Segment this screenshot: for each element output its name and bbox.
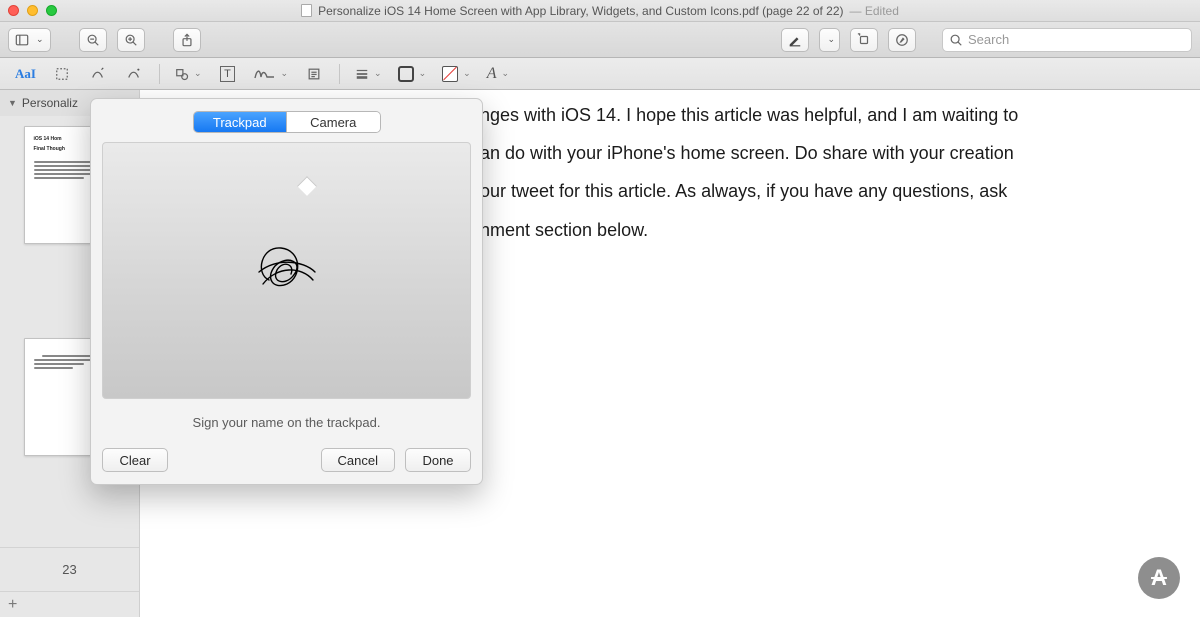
zoom-in-icon xyxy=(124,33,138,47)
signature-hint: Sign your name on the trackpad. xyxy=(91,415,482,430)
draw-icon xyxy=(127,67,141,81)
fill-color-swatch xyxy=(442,66,458,82)
view-mode-button[interactable]: ⌄ xyxy=(8,28,51,52)
sidebar-doc-title: Personaliz xyxy=(22,96,78,110)
signature-icon xyxy=(254,67,276,81)
border-color-swatch xyxy=(398,66,414,82)
plus-icon: + xyxy=(8,596,17,614)
tab-trackpad[interactable]: Trackpad xyxy=(194,112,287,132)
highlight-tool-button[interactable] xyxy=(781,28,809,52)
chevron-down-icon: ⌄ xyxy=(501,68,509,79)
draw-tool[interactable] xyxy=(119,62,149,86)
note-icon xyxy=(307,67,321,81)
line-style-icon xyxy=(355,67,369,81)
share-button[interactable] xyxy=(173,28,201,52)
zoom-out-button[interactable] xyxy=(79,28,107,52)
highlight-pencil-icon xyxy=(788,33,802,47)
sketch-icon xyxy=(91,67,105,81)
signature-source-segmented: Trackpad Camera xyxy=(193,111,381,133)
search-field[interactable]: Search xyxy=(942,28,1192,52)
chevron-down-icon: ⌄ xyxy=(827,34,835,45)
content-area: ▼ Personaliz iOS 14 Hom Final Though 23 … xyxy=(0,90,1200,617)
watermark-badge: A xyxy=(1138,557,1180,599)
rotate-icon xyxy=(857,33,871,47)
sidebar-thumbnails-icon xyxy=(15,33,29,47)
fullscreen-window-button[interactable] xyxy=(46,5,57,16)
doc-line: our tweet for this article. As always, i… xyxy=(480,174,1080,208)
fill-color-menu[interactable]: ⌄ xyxy=(437,62,476,86)
border-color-menu[interactable]: ⌄ xyxy=(393,62,432,86)
textbox-tool[interactable]: T xyxy=(213,62,243,86)
sketch-tool[interactable] xyxy=(83,62,113,86)
main-toolbar: ⌄ ⌄ Search xyxy=(0,22,1200,58)
markup-pen-icon xyxy=(895,33,909,47)
highlight-color-menu-button[interactable]: ⌄ xyxy=(819,28,840,52)
line-style-menu[interactable]: ⌄ xyxy=(350,62,387,86)
window-title: Personalize iOS 14 Home Screen with App … xyxy=(318,4,843,18)
chevron-down-icon: ⌄ xyxy=(194,68,202,79)
doc-line: an do with your iPhone's home screen. Do… xyxy=(480,136,1080,170)
disclosure-triangle-icon: ▼ xyxy=(8,98,17,108)
signature-canvas[interactable] xyxy=(102,142,471,399)
zoom-in-button[interactable] xyxy=(117,28,145,52)
toolbar-separator xyxy=(339,64,340,84)
zoom-out-icon xyxy=(86,33,100,47)
note-tool[interactable] xyxy=(299,62,329,86)
chevron-down-icon: ⌄ xyxy=(419,68,427,79)
shapes-tool[interactable]: ⌄ xyxy=(170,62,207,86)
rotate-button[interactable] xyxy=(850,28,878,52)
close-window-button[interactable] xyxy=(8,5,19,16)
rect-select-tool[interactable] xyxy=(47,62,77,86)
signature-tool[interactable]: ⌄ xyxy=(249,62,294,86)
doc-line: nment section below. xyxy=(480,213,1080,247)
chevron-down-icon: ⌄ xyxy=(463,68,471,79)
font-style-menu[interactable]: A ⌄ xyxy=(482,62,514,86)
shapes-icon xyxy=(175,67,189,81)
clear-button[interactable]: Clear xyxy=(102,448,168,472)
rect-select-icon xyxy=(55,67,69,81)
chevron-down-icon: ⌄ xyxy=(281,68,289,79)
share-icon xyxy=(180,33,194,47)
signature-scribble xyxy=(247,232,327,310)
cancel-button[interactable]: Cancel xyxy=(321,448,395,472)
search-placeholder: Search xyxy=(968,32,1009,47)
search-icon xyxy=(949,33,963,47)
window-titlebar: Personalize iOS 14 Home Screen with App … xyxy=(0,0,1200,22)
markup-toggle-button[interactable] xyxy=(888,28,916,52)
signature-popover: Trackpad Camera Sign your name on the tr… xyxy=(90,98,483,485)
traffic-lights xyxy=(8,5,57,16)
doc-line: nges with iOS 14. I hope this article wa… xyxy=(480,98,1080,132)
toolbar-separator xyxy=(159,64,160,84)
done-button[interactable]: Done xyxy=(405,448,471,472)
document-icon xyxy=(301,4,312,17)
chevron-down-icon: ⌄ xyxy=(36,34,44,45)
edited-status: — Edited xyxy=(850,4,899,18)
minimize-window-button[interactable] xyxy=(27,5,38,16)
text-style-tool[interactable]: AaI xyxy=(10,62,41,86)
watermark-letter: A xyxy=(1151,565,1167,591)
page-number-label: 23 xyxy=(0,547,139,591)
add-page-button[interactable]: + xyxy=(0,591,139,617)
markup-toolbar: AaI ⌄ T ⌄ ⌄ ⌄ ⌄ A ⌄ xyxy=(0,58,1200,90)
tab-camera[interactable]: Camera xyxy=(286,112,380,132)
chevron-down-icon: ⌄ xyxy=(374,68,382,79)
